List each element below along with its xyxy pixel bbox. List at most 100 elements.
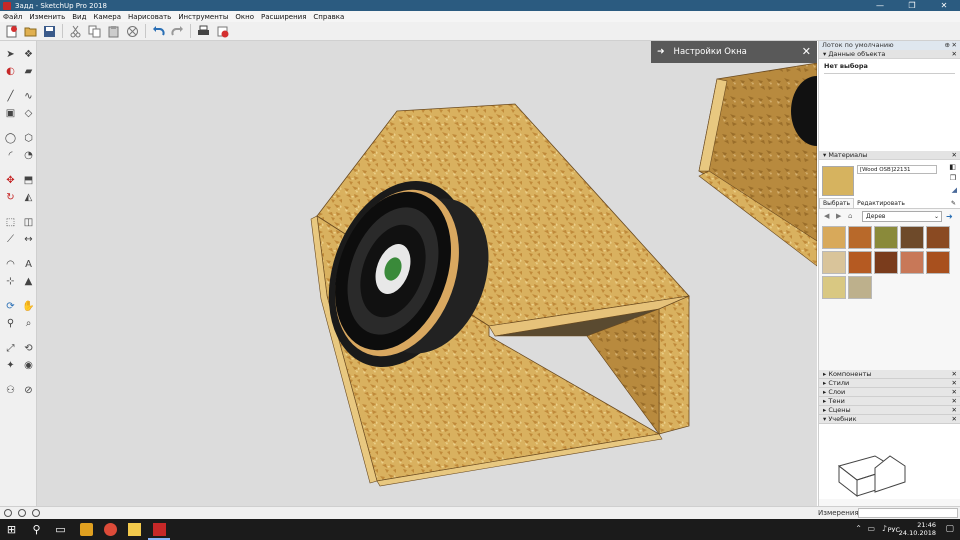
model-info-icon[interactable] <box>215 24 229 38</box>
3d-viewport[interactable]: ➜ Настройки Окна ✕ <box>37 41 817 506</box>
minimize-button[interactable]: — <box>864 0 896 11</box>
close-icon[interactable]: ✕ <box>952 41 957 50</box>
window-settings-hint-panel[interactable]: ➜ Настройки Окна ✕ <box>651 41 817 63</box>
close-icon[interactable]: ✕ <box>952 379 957 388</box>
measurements-input[interactable] <box>858 508 958 518</box>
paint-bucket-icon[interactable]: ◐ <box>3 64 18 79</box>
line-icon[interactable]: ╱ <box>3 89 18 104</box>
save-icon[interactable] <box>42 24 56 38</box>
menu-file[interactable]: Файл <box>3 13 22 21</box>
rotate-icon[interactable]: ↻ <box>3 190 18 205</box>
close-icon[interactable]: ✕ <box>952 415 957 424</box>
scale-icon[interactable]: ⬚ <box>3 215 18 230</box>
tab-edit[interactable]: Редактировать <box>854 199 908 208</box>
windows-start-icon[interactable]: ⊞ <box>5 523 18 536</box>
second-box-model[interactable] <box>698 62 817 267</box>
current-material-swatch[interactable] <box>822 166 854 196</box>
follow-me-icon[interactable]: ◭ <box>21 190 36 205</box>
menu-edit[interactable]: Изменить <box>29 13 65 21</box>
chrome-icon[interactable] <box>104 523 117 536</box>
redo-icon[interactable] <box>170 24 184 38</box>
material-swatch[interactable] <box>874 251 898 274</box>
maximize-button[interactable]: ❐ <box>896 0 928 11</box>
menu-camera[interactable]: Камера <box>93 13 121 21</box>
geo-location-icon[interactable] <box>4 509 12 517</box>
copy-icon[interactable] <box>87 24 101 38</box>
default-material-icon[interactable]: ◧ <box>949 163 956 171</box>
material-swatch[interactable] <box>848 226 872 249</box>
new-file-icon[interactable] <box>4 24 18 38</box>
entity-info-header[interactable]: ▾ Данные объекта ✕ <box>819 50 960 59</box>
sketchup-taskbar-icon[interactable] <box>153 523 166 536</box>
text-icon[interactable]: A <box>21 257 36 272</box>
section-plane-icon[interactable]: ⊘ <box>21 383 36 398</box>
zoom-icon[interactable]: ⚲ <box>3 316 18 331</box>
network-icon[interactable]: ▭ <box>867 524 875 533</box>
app-pinned-icon[interactable] <box>80 523 93 536</box>
sample-paint-icon[interactable]: ✎ <box>948 199 960 208</box>
undo-icon[interactable] <box>151 24 165 38</box>
tape-measure-icon[interactable]: ⟋ <box>3 232 18 247</box>
forward-icon[interactable]: ▶ <box>836 212 846 220</box>
material-library-dropdown[interactable]: Дерев ⌄ <box>862 210 942 222</box>
close-icon[interactable]: ✕ <box>952 50 957 59</box>
material-swatch[interactable] <box>926 226 950 249</box>
erase-icon[interactable] <box>125 24 139 38</box>
materials-header[interactable]: ▾ Материалы ✕ <box>819 151 960 160</box>
zoom-extents-icon[interactable]: ⤢ <box>3 341 18 356</box>
material-swatch[interactable] <box>900 226 924 249</box>
arc-icon[interactable]: ◜ <box>3 148 18 163</box>
pan-icon[interactable]: ✋ <box>21 299 36 314</box>
rotated-rectangle-icon[interactable]: ◇ <box>21 106 36 121</box>
material-swatch[interactable] <box>822 251 846 274</box>
material-swatch[interactable] <box>822 276 846 299</box>
3d-text-icon[interactable]: ▲ <box>21 274 36 289</box>
close-icon[interactable]: ✕ <box>952 397 957 406</box>
file-explorer-icon[interactable] <box>128 523 141 536</box>
orbit-icon[interactable]: ⟳ <box>3 299 18 314</box>
task-view-icon[interactable]: ▭ <box>54 523 67 536</box>
eraser-icon[interactable]: ▰ <box>21 64 36 79</box>
polygon-icon[interactable]: ⬡ <box>21 131 36 146</box>
volume-icon[interactable]: ♪ <box>882 524 887 533</box>
cut-icon[interactable] <box>68 24 82 38</box>
collapsed-panel-header[interactable]: ▸ Слои ✕ <box>819 388 960 397</box>
look-around-icon[interactable]: ◉ <box>21 358 36 373</box>
notifications-icon[interactable]: ▢ <box>945 524 954 534</box>
close-icon[interactable]: ✕ <box>952 151 957 160</box>
menu-help[interactable]: Справка <box>313 13 344 21</box>
walk-icon[interactable]: ⚇ <box>3 383 18 398</box>
collapsed-panel-header[interactable]: ▸ Компоненты ✕ <box>819 370 960 379</box>
close-icon[interactable]: ✕ <box>952 388 957 397</box>
material-swatch[interactable] <box>848 276 872 299</box>
user-icon[interactable] <box>32 509 40 517</box>
instructor-header[interactable]: ▾ Учебник ✕ <box>819 415 960 424</box>
credits-icon[interactable] <box>18 509 26 517</box>
select-icon[interactable]: ➤ <box>3 47 18 62</box>
menu-draw[interactable]: Нарисовать <box>128 13 171 21</box>
zoom-window-icon[interactable]: ⌕ <box>21 316 36 331</box>
push-pull-icon[interactable]: ⬒ <box>21 173 36 188</box>
print-icon[interactable] <box>196 24 210 38</box>
create-material-icon[interactable]: ❒ <box>950 174 956 182</box>
move-icon[interactable]: ✥ <box>3 173 18 188</box>
menu-extensions[interactable]: Расширения <box>261 13 306 21</box>
close-icon[interactable]: ✕ <box>952 370 957 379</box>
material-swatch[interactable] <box>926 251 950 274</box>
back-icon[interactable]: ◀ <box>824 212 834 220</box>
rectangle-icon[interactable]: ▣ <box>3 106 18 121</box>
tab-select[interactable]: Выбрать <box>819 198 855 208</box>
paste-icon[interactable] <box>106 24 120 38</box>
material-swatch[interactable] <box>874 226 898 249</box>
material-swatch[interactable] <box>822 226 846 249</box>
system-clock[interactable]: 21:46 24.10.2018 <box>899 521 936 537</box>
menu-view[interactable]: Вид <box>72 13 86 21</box>
home-icon[interactable]: ⌂ <box>848 212 858 220</box>
circle-icon[interactable]: ◯ <box>3 131 18 146</box>
dimension-icon[interactable]: ↔ <box>21 232 36 247</box>
make-component-icon[interactable]: ❖ <box>21 47 36 62</box>
pin-icon[interactable]: ⊕ <box>945 41 950 50</box>
previous-view-icon[interactable]: ⟲ <box>21 341 36 356</box>
shortcut-icon[interactable]: ◢ <box>952 186 957 194</box>
collapsed-panel-header[interactable]: ▸ Сцены ✕ <box>819 406 960 415</box>
